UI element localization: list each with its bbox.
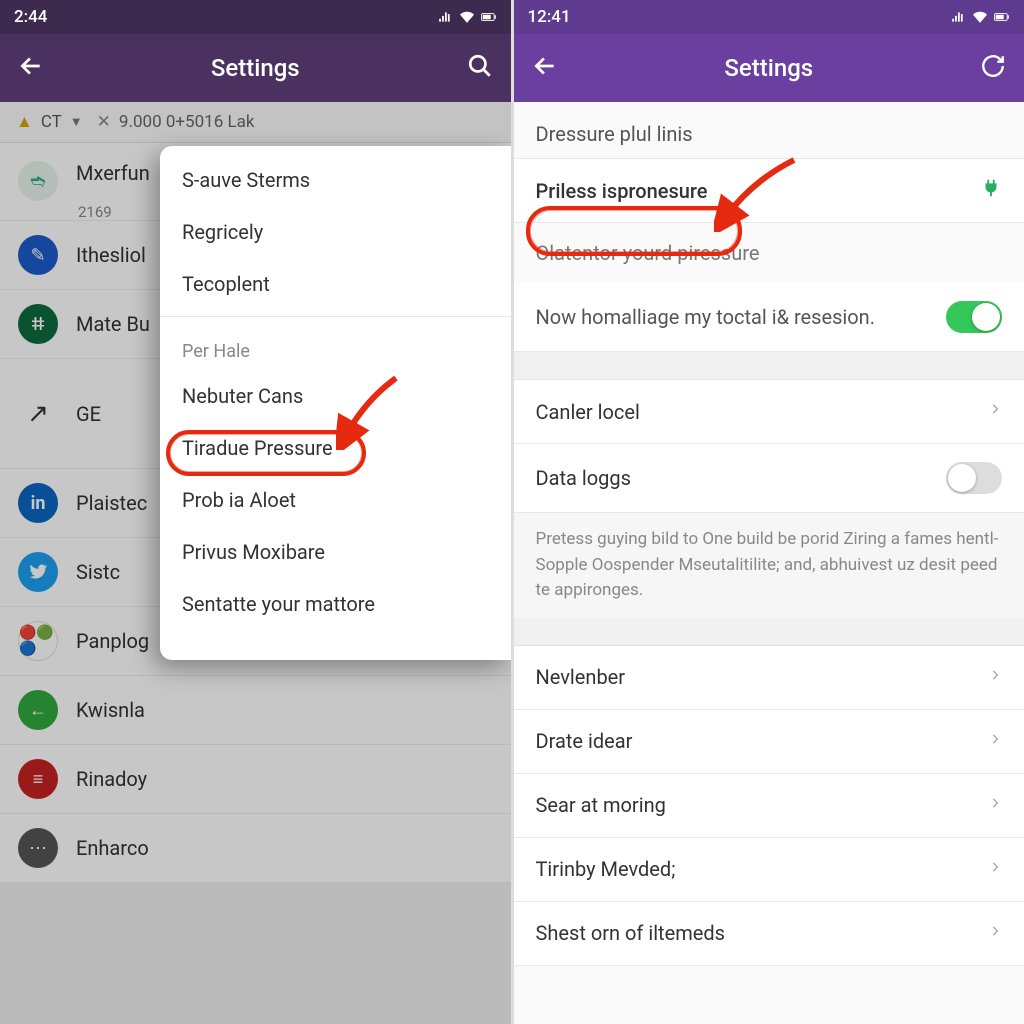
section-header: Dressure plul linis bbox=[514, 102, 1024, 158]
back-icon[interactable] bbox=[532, 53, 558, 83]
row-subheading: Olatentor yourd piressure bbox=[514, 223, 1024, 283]
chevron-right-icon bbox=[988, 856, 1002, 883]
list-item[interactable]: ⋯ Enharco bbox=[0, 814, 511, 883]
menu-item[interactable]: Tecoplent bbox=[160, 258, 511, 310]
menu-section-header: Per Hale bbox=[160, 323, 511, 370]
status-icons bbox=[437, 10, 497, 24]
list-item[interactable]: Drate idear bbox=[514, 710, 1024, 774]
toggle-switch[interactable] bbox=[946, 462, 1002, 494]
chevron-right-icon bbox=[988, 664, 1002, 691]
menu-item[interactable]: Privus Moxibare bbox=[160, 526, 511, 578]
chevron-right-icon bbox=[988, 728, 1002, 755]
search-icon[interactable] bbox=[467, 53, 493, 83]
menu-item[interactable]: Sentatte your mattore bbox=[160, 578, 511, 630]
app-icon: 🔴🟢🔵 bbox=[18, 621, 58, 661]
menu-item[interactable]: S-auve Sterms bbox=[160, 154, 511, 206]
chevron-right-icon bbox=[988, 792, 1002, 819]
list-item[interactable]: ← Kwisnla bbox=[0, 676, 511, 745]
back-icon[interactable] bbox=[18, 53, 44, 83]
status-time: 12:41 bbox=[528, 7, 571, 27]
app-icon: ✎ bbox=[18, 235, 58, 275]
list-item[interactable]: Tirinby Mevded; bbox=[514, 838, 1024, 902]
app-bar-right: Settings bbox=[514, 34, 1024, 102]
menu-item[interactable]: Nebuter Cans bbox=[160, 370, 511, 422]
chevron-right-icon bbox=[988, 398, 1002, 425]
row-toggle-homalliage[interactable]: Now homalliage my toctal i& resesion. bbox=[514, 283, 1024, 352]
row-canler[interactable]: Canler locel bbox=[514, 380, 1024, 444]
dropdown-menu: S-auve Sterms Regricely Tecoplent Per Ha… bbox=[160, 146, 511, 660]
plug-icon bbox=[980, 177, 1002, 204]
more-icon: ⋯ bbox=[18, 828, 58, 868]
linkedin-icon: in bbox=[18, 483, 58, 523]
status-icons bbox=[950, 10, 1010, 24]
twitter-icon bbox=[18, 552, 58, 592]
app-icon: ← bbox=[18, 690, 58, 730]
arrow-icon: ↗ bbox=[18, 394, 58, 434]
menu-item[interactable]: Regricely bbox=[160, 206, 511, 258]
status-bar-left: 2:44 bbox=[0, 0, 511, 34]
menu-item-pressure[interactable]: Tiradue Pressure bbox=[160, 422, 511, 474]
page-title: Settings bbox=[576, 54, 963, 82]
app-icon: ≡ bbox=[18, 759, 58, 799]
page-title: Settings bbox=[62, 54, 449, 82]
app-icon: ➬ bbox=[18, 161, 58, 201]
status-time: 2:44 bbox=[14, 7, 47, 27]
warning-icon: ▲ bbox=[16, 112, 33, 132]
list-item[interactable]: Sear at moring bbox=[514, 774, 1024, 838]
toggle-switch[interactable] bbox=[946, 301, 1002, 333]
status-bar-right: 12:41 bbox=[514, 0, 1024, 34]
list-item[interactable]: Nevlenber bbox=[514, 646, 1024, 710]
list-item[interactable]: ≡ Rinadoy bbox=[0, 745, 511, 814]
help-text: Pretess guying bild to One build be pori… bbox=[514, 513, 1024, 618]
left-screenshot: 2:44 Settings ▲ CT ▼ ✕ 9.000 0+5016 Lak bbox=[0, 0, 514, 1024]
row-priless[interactable]: Priless ispronesure bbox=[514, 158, 1024, 223]
menu-item[interactable]: Prob ia Aloet bbox=[160, 474, 511, 526]
right-screenshot: 12:41 Settings Dressure plul linis Prile… bbox=[514, 0, 1024, 1024]
app-icon: ⵌ bbox=[18, 304, 58, 344]
dropdown-caret-icon: ▼ bbox=[70, 114, 83, 130]
close-icon[interactable]: ✕ bbox=[97, 112, 111, 132]
row-data-loggs[interactable]: Data loggs bbox=[514, 444, 1024, 513]
settings-list[interactable]: Dressure plul linis Priless ispronesure … bbox=[514, 102, 1024, 1024]
chevron-right-icon bbox=[988, 920, 1002, 947]
list-item[interactable]: Shest orn of iltemeds bbox=[514, 902, 1024, 966]
ct-filter-row[interactable]: ▲ CT ▼ ✕ 9.000 0+5016 Lak bbox=[0, 102, 511, 143]
sync-icon[interactable] bbox=[980, 53, 1006, 83]
app-bar-left: Settings bbox=[0, 34, 511, 102]
